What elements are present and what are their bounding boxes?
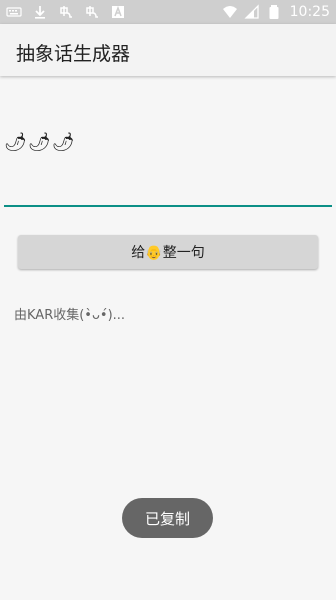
wifi-icon [222,4,238,20]
battery-icon [266,4,282,20]
status-time: 10:25 [289,4,330,20]
credit-text: 由KAR收集(•̀ᴗ•́)... [14,308,126,323]
keyboard-icon [6,4,22,20]
status-bar-system: 10:25 [222,3,330,21]
status-bar-notifications [6,3,126,21]
page-title: 抽象话生成器 [16,43,131,65]
copied-toast: 已复制 [122,498,213,538]
generated-text-input[interactable]: 🌶🌶🌶 [4,132,76,153]
text-a-icon [110,4,126,20]
generate-button[interactable]: 给👴整一句 [18,235,318,269]
app-bar: 抽象话生成器 [0,24,336,76]
download-icon [32,4,48,20]
app-icon-1 [58,4,74,20]
signal-icon [244,4,260,20]
input-underline [4,205,332,207]
app-icon-2 [84,4,100,20]
status-bar: 10:25 [0,0,336,24]
